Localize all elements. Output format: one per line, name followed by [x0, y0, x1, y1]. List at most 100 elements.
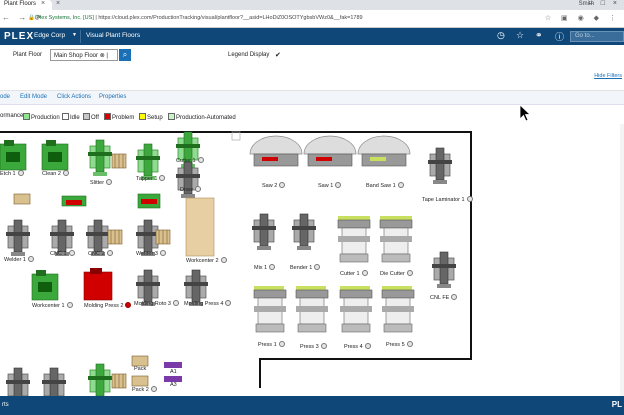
floor-wall-right	[470, 131, 472, 359]
mode-edit[interactable]: Edit Mode	[20, 94, 47, 100]
plant-floor-canvas: Etch 1 Clean 2 Slitter Tapper 1 Cutter 1…	[0, 124, 624, 396]
label-cnlfe[interactable]: CNL FE	[430, 294, 458, 301]
chevron-down-icon[interactable]: ▼	[72, 32, 77, 38]
label-cutter1b[interactable]: Cutter 1	[340, 270, 368, 277]
station-pack	[131, 355, 149, 367]
label-welder1[interactable]: Welder 1	[4, 256, 34, 263]
label-tapelaminator1[interactable]: Tape Laminator 1	[422, 196, 473, 203]
machine-row4-1	[5, 367, 31, 396]
legend-setup: Setup	[139, 113, 163, 121]
mode-click-actions[interactable]: Click Actions	[57, 94, 91, 100]
goto-input[interactable]: Go to...	[570, 31, 624, 42]
machine-welder1	[5, 219, 31, 257]
url-text: https://cloud.plex.com/ProductionTrackin…	[98, 15, 363, 21]
label-workcenter1[interactable]: Workcenter 1	[32, 302, 73, 309]
company-selector[interactable]: Edge Corp	[34, 32, 65, 39]
page-title: Visual Plant Floors	[86, 32, 141, 39]
machine-row4-3	[87, 363, 113, 396]
star-icon[interactable]: ☆	[516, 30, 524, 41]
label-press5[interactable]: Press 5	[386, 341, 413, 348]
browser-tab[interactable]: Plant Floors ×	[0, 0, 52, 10]
machine-cutter1b	[337, 216, 371, 263]
hide-filters-link[interactable]: Hide Filters	[594, 73, 622, 79]
machine-diecutter	[379, 216, 413, 263]
legend-display-checkbox[interactable]: ✔	[275, 51, 281, 59]
station-pack2	[131, 375, 149, 387]
label-draw[interactable]: Draw	[180, 186, 201, 193]
url-secure-label: Plex Systems, Inc. [US]	[36, 15, 94, 21]
machine-press4	[339, 286, 373, 333]
machine-moldingpress2	[83, 268, 113, 301]
machine-mix1	[251, 213, 277, 251]
label-pack2[interactable]: Pack 2	[132, 386, 157, 393]
machine-bender1	[291, 213, 317, 251]
machine-press5	[381, 286, 415, 333]
address-bar: ← → ⟳ 🔒 Plex Systems, Inc. [US] | https:…	[0, 10, 624, 28]
rack-row4	[111, 373, 127, 389]
legend-idle: Idle	[62, 113, 80, 121]
machine-tapelaminator1	[427, 147, 453, 185]
label-slitter[interactable]: Slitter	[90, 179, 113, 186]
label-clean2[interactable]: Clean 2	[42, 170, 69, 177]
label-mix1[interactable]: Mix 1	[254, 264, 276, 271]
label-saw1[interactable]: Saw 1	[318, 182, 342, 189]
label-etch1[interactable]: Etch 1	[0, 170, 24, 177]
label-bender1[interactable]: Bender 1	[290, 264, 321, 271]
label-press1[interactable]: Press 1	[258, 341, 285, 348]
browser-tabbar: Plant Floors × × Smith – □ ×	[0, 0, 624, 10]
label-workcenter2[interactable]: Workcenter 2	[186, 257, 227, 264]
label-moldingpress2[interactable]: Molding Press 2	[84, 302, 132, 309]
new-tab-icon[interactable]: ×	[56, 0, 60, 7]
history-icon[interactable]: ◷	[497, 30, 505, 41]
label-press4[interactable]: Press 4	[344, 343, 371, 350]
label-bandsaw1[interactable]: Band Saw 1	[366, 182, 404, 189]
extension-icons[interactable]: ☆ ▣ ◉ ◆ ⋮	[545, 14, 620, 22]
label-cutter1a[interactable]: Cutter 1	[176, 157, 204, 164]
machine-saw2	[249, 135, 303, 167]
mode-toolbar: ode Edit Mode Click Actions Properties	[0, 91, 624, 105]
close-icon[interactable]: ×	[41, 0, 45, 7]
label-pack[interactable]: Pack	[134, 366, 146, 372]
machine-slitter	[87, 139, 113, 177]
search-icon[interactable]: ⌕	[119, 49, 131, 61]
mode-properties[interactable]: Properties	[99, 94, 126, 100]
help-icon[interactable]: ⓘ	[555, 30, 564, 43]
label-welder3[interactable]: Welder 3	[136, 250, 166, 257]
plant-floor-input[interactable]: Main Shop Floor ⊗ |	[50, 49, 118, 61]
label-cnc1[interactable]: CNC 1	[50, 250, 75, 257]
url-field[interactable]: 🔒 Plex Systems, Inc. [US] | https://clou…	[28, 15, 363, 21]
machine-etch1	[0, 139, 27, 171]
link-icon[interactable]: ⚭	[535, 30, 543, 41]
mode-view[interactable]: ode	[0, 94, 10, 100]
legend-production-automated: Production-Automated	[168, 113, 236, 121]
station-a1	[164, 362, 182, 368]
filter-panel: Plant Floor Main Shop Floor ⊗ | ⌕ Legend…	[0, 45, 624, 91]
machine-saw1	[303, 135, 357, 167]
label-saw2[interactable]: Saw 2	[262, 182, 286, 189]
floor-wall-left-lower	[259, 358, 261, 388]
label-diecutter[interactable]: Die Cutter	[380, 270, 413, 277]
floor-scrollbar[interactable]	[620, 124, 624, 396]
plex-footer-logo: PL	[611, 400, 622, 409]
browser-tab-title: Plant Floors	[4, 1, 37, 7]
machine-clean2	[41, 139, 69, 171]
label-moldingroto3[interactable]: Molding Roto 3	[134, 300, 179, 307]
mouse-cursor-icon	[519, 104, 531, 122]
status-left-text: rts	[2, 402, 9, 408]
plex-logo[interactable]: PLEX	[4, 31, 34, 42]
header-divider	[80, 30, 81, 43]
window-controls-icon[interactable]: – □ ×	[589, 0, 620, 7]
rack-slitter	[111, 153, 127, 169]
label-a3[interactable]: A3	[170, 382, 177, 388]
label-moldingpress4[interactable]: Molding Press 4	[184, 300, 232, 307]
label-tapper1[interactable]: Tapper 1	[136, 175, 166, 182]
machine-cnlfe	[431, 251, 457, 289]
legend-off: Off	[83, 113, 99, 121]
legend-display-label: Legend Display	[228, 52, 270, 58]
label-a1[interactable]: A1	[170, 369, 177, 375]
legend-problem: Problem	[104, 113, 134, 121]
label-cnc2[interactable]: CNC 2	[88, 250, 113, 257]
legend-performance: ormance	[0, 113, 24, 119]
label-press3[interactable]: Press 3	[300, 343, 327, 350]
rack-welder3	[155, 229, 171, 245]
